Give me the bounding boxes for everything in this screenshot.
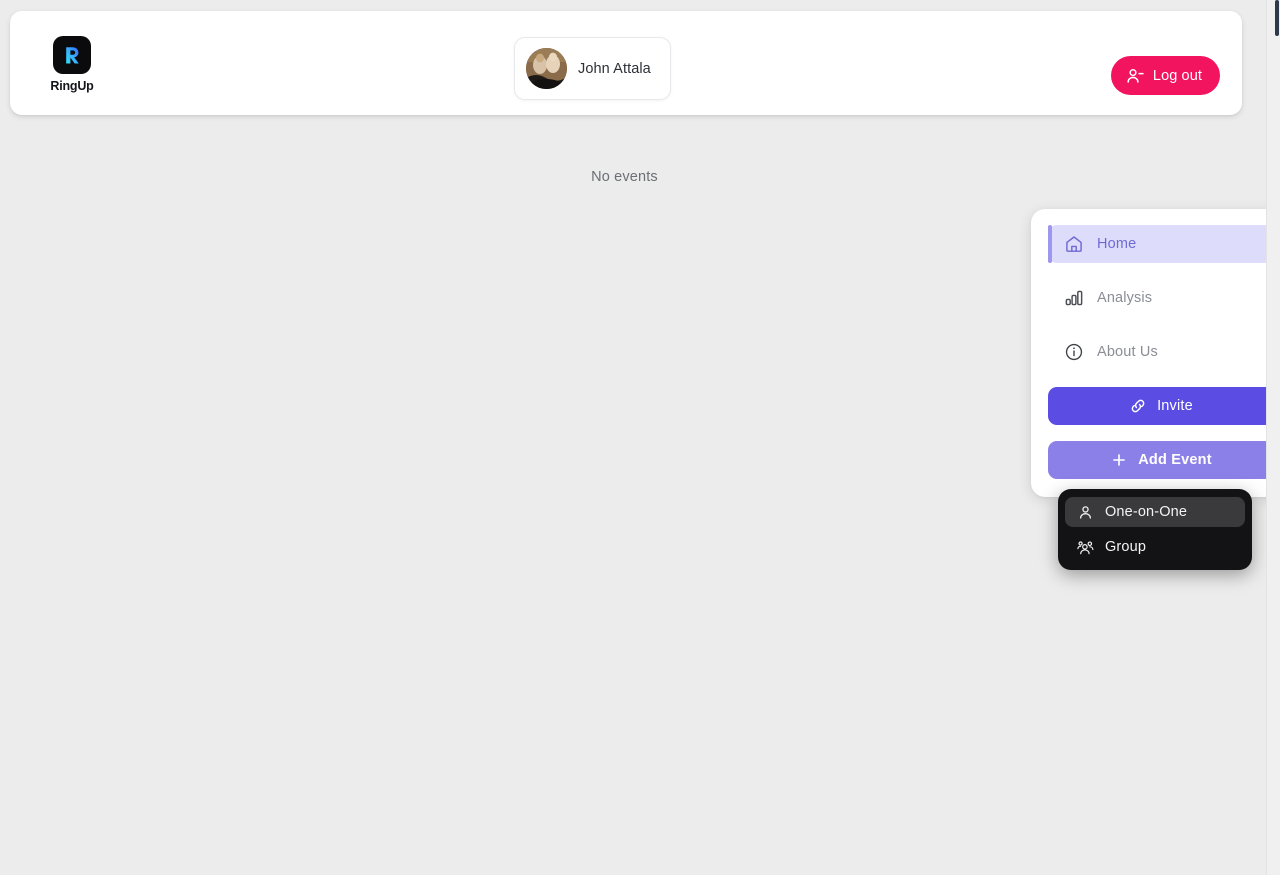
navigation-panel: Home Analysis About Us Invite Add Event xyxy=(1031,209,1280,497)
menu-item-one-on-one[interactable]: One-on-One xyxy=(1065,497,1245,527)
add-event-dropdown-menu: One-on-One Group xyxy=(1058,489,1252,570)
sidebar-item-about-us[interactable]: About Us xyxy=(1048,333,1274,371)
brand-name: RingUp xyxy=(50,79,94,93)
invite-button[interactable]: Invite xyxy=(1048,387,1274,425)
menu-item-label: Group xyxy=(1105,539,1147,555)
user-avatar-photo xyxy=(526,48,567,89)
app-header: RingUp John Attala Log out xyxy=(10,11,1242,115)
sidebar-item-label: Home xyxy=(1097,236,1137,252)
sidebar-item-home[interactable]: Home xyxy=(1048,225,1274,263)
page-scrollbar-thumb[interactable] xyxy=(1275,0,1279,36)
ringup-logo-icon xyxy=(53,36,91,74)
menu-item-label: One-on-One xyxy=(1105,504,1188,520)
add-event-label: Add Event xyxy=(1138,452,1212,468)
plus-icon xyxy=(1110,451,1128,469)
logout-label: Log out xyxy=(1152,67,1202,84)
user-minus-icon xyxy=(1126,67,1144,85)
brand-logo[interactable]: RingUp xyxy=(43,36,101,93)
sidebar-item-analysis[interactable]: Analysis xyxy=(1048,279,1274,317)
sidebar-item-label: About Us xyxy=(1097,344,1158,360)
sidebar-item-label: Analysis xyxy=(1097,290,1153,306)
invite-label: Invite xyxy=(1157,398,1193,414)
page-scrollbar-track[interactable] xyxy=(1266,0,1280,875)
events-empty-state: No events xyxy=(591,169,658,185)
group-people-icon xyxy=(1077,539,1094,556)
single-person-icon xyxy=(1077,504,1094,521)
user-profile-chip[interactable]: John Attala xyxy=(514,37,671,100)
user-name: John Attala xyxy=(578,60,651,77)
bar-chart-icon xyxy=(1064,288,1084,308)
link-chain-icon xyxy=(1129,397,1147,415)
home-icon xyxy=(1064,234,1084,254)
menu-item-group[interactable]: Group xyxy=(1065,532,1245,562)
add-event-button[interactable]: Add Event xyxy=(1048,441,1274,479)
logout-button[interactable]: Log out xyxy=(1110,56,1220,95)
info-circle-icon xyxy=(1064,342,1084,362)
